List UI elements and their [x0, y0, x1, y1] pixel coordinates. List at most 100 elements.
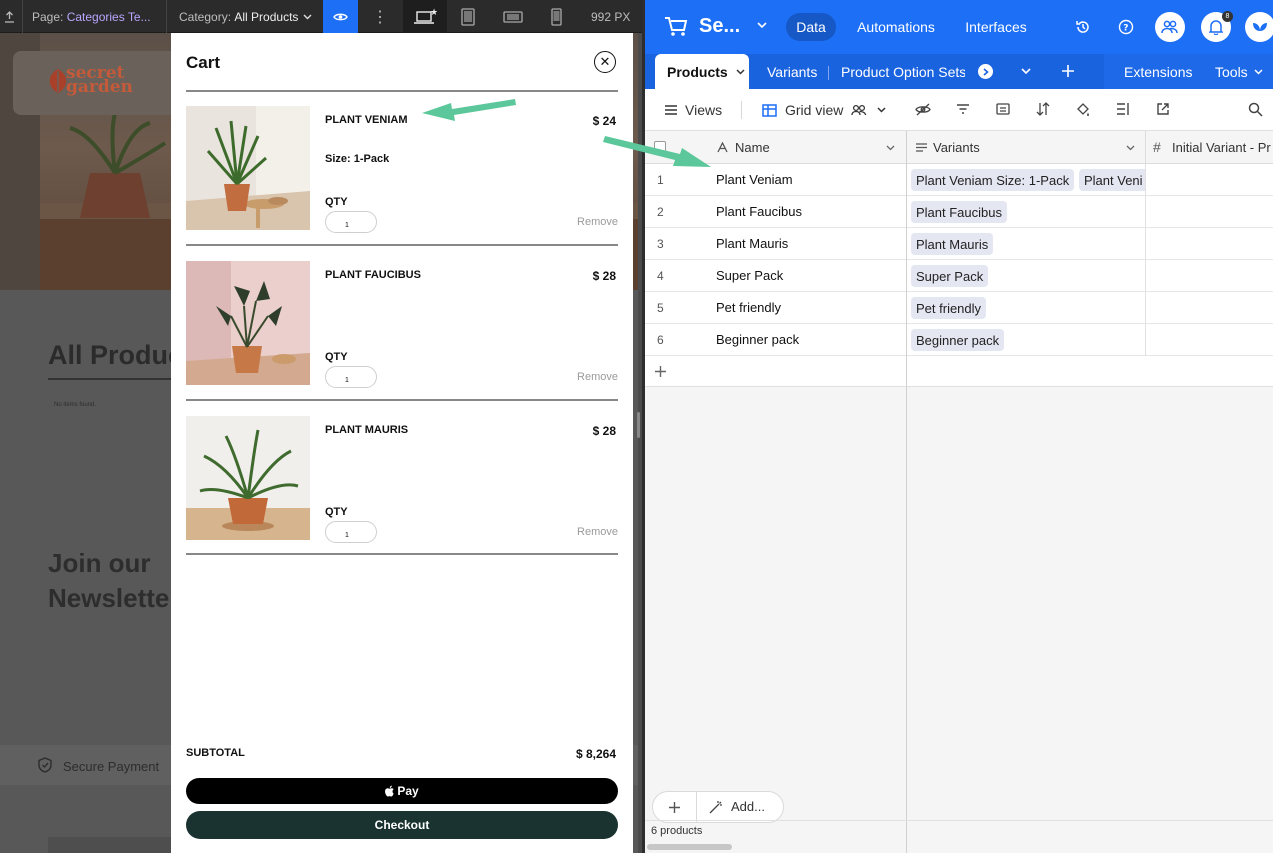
newsletter-line2: Newslette: [48, 583, 170, 613]
option-value: 1-Pack: [353, 153, 390, 165]
base-name[interactable]: Se...: [699, 15, 740, 38]
table-row[interactable]: 2 Plant Faucibus Plant Faucibus: [645, 196, 1273, 228]
variant-chip[interactable]: Plant Veni: [1079, 169, 1145, 191]
canvas-resize-handle[interactable]: [637, 412, 640, 438]
variant-chip[interactable]: Super Pack: [911, 265, 989, 287]
column-header-name: Name: [735, 140, 770, 155]
add-record-row[interactable]: [645, 356, 1273, 387]
name-cell[interactable]: Plant Mauris: [716, 236, 788, 251]
add-record-button[interactable]: [653, 792, 697, 822]
table-row[interactable]: 1 Plant Veniam Plant Veniam Size: 1-Pack…: [645, 164, 1273, 196]
svg-text:★: ★: [430, 8, 437, 18]
cart-item: PLANT FAUCIBUS $ 28 QTY Remove: [186, 261, 618, 388]
views-button[interactable]: Views: [664, 102, 722, 118]
hide-fields-icon: [915, 103, 931, 116]
header-initial-variant-cell[interactable]: # Initial Variant - Pr: [1146, 131, 1273, 164]
name-cell[interactable]: Pet friendly: [716, 300, 781, 315]
add-label: Add...: [731, 799, 765, 814]
upload-icon[interactable]: [4, 0, 18, 33]
remove-item-link[interactable]: Remove: [577, 526, 618, 538]
cart-item-name[interactable]: PLANT FAUCIBUS: [325, 269, 421, 281]
cart-item-price: $ 28: [592, 269, 616, 283]
header-name-cell[interactable]: Name: [645, 131, 906, 164]
laptop-star-icon: ★: [414, 8, 437, 24]
variant-chip[interactable]: Plant Mauris: [911, 233, 994, 255]
tools-button[interactable]: Tools: [1215, 54, 1263, 89]
category-selector[interactable]: Category: All Products: [179, 0, 312, 33]
extensions-button[interactable]: Extensions: [1124, 54, 1192, 89]
cart-item-name[interactable]: PLANT MAURIS: [325, 424, 408, 436]
tab-product-option-sets[interactable]: Product Option Sets: [841, 54, 966, 89]
remove-item-link[interactable]: Remove: [577, 371, 618, 383]
name-cell[interactable]: Plant Faucibus: [716, 204, 802, 219]
mobile-landscape-icon[interactable]: [503, 0, 523, 33]
page-selector[interactable]: Page: Categories Te...: [32, 0, 151, 33]
remove-item-link[interactable]: Remove: [577, 216, 618, 228]
newsletter-heading: Join our Newslette: [48, 546, 169, 616]
cart-item-price: $ 24: [592, 114, 616, 128]
quantity-input[interactable]: [325, 521, 377, 543]
tab-products[interactable]: Products: [655, 54, 749, 89]
variant-chip[interactable]: Beginner pack: [911, 329, 1005, 351]
table-row[interactable]: 3 Plant Mauris Plant Mauris: [645, 228, 1273, 260]
chevron-right-icon: [982, 67, 989, 76]
cart-divider: [186, 90, 618, 92]
variant-chip[interactable]: Plant Veniam Size: 1-Pack: [911, 169, 1075, 191]
preview-eye-button[interactable]: [323, 0, 358, 33]
linked-record-icon: [916, 143, 927, 152]
row-number: 5: [657, 301, 664, 315]
more-vertical-icon[interactable]: ⋮: [372, 0, 388, 33]
horizontal-scrollbar[interactable]: [647, 844, 732, 850]
heading-underline: [48, 378, 178, 380]
account-avatar[interactable]: [1245, 12, 1273, 42]
row-height-icon: [1117, 103, 1129, 115]
variant-chip[interactable]: Plant Faucibus: [911, 201, 1007, 223]
desktop-breakpoint-button[interactable]: ★: [403, 0, 447, 33]
table-row[interactable]: 4 Super Pack Super Pack: [645, 260, 1273, 292]
name-cell[interactable]: Beginner pack: [716, 332, 799, 347]
brand-logo[interactable]: secret garden: [66, 65, 133, 96]
collaborators-button[interactable]: [1155, 12, 1185, 42]
scroll-tabs-right-button[interactable]: [978, 64, 993, 79]
quantity-input[interactable]: [325, 366, 377, 388]
header-variants-cell[interactable]: Variants: [907, 131, 1145, 164]
name-cell[interactable]: Super Pack: [716, 268, 783, 283]
grid-view-button[interactable]: Grid view: [762, 102, 886, 118]
quantity-input[interactable]: [325, 211, 377, 233]
variant-chip[interactable]: Pet friendly: [911, 297, 987, 319]
row-number: 3: [657, 237, 664, 251]
mobile-portrait-icon[interactable]: [550, 0, 563, 33]
table-row[interactable]: 6 Beginner pack Beginner pack: [645, 324, 1273, 356]
nav-interfaces[interactable]: Interfaces: [957, 13, 1035, 41]
cart-item-name[interactable]: PLANT VENIAM: [325, 114, 408, 126]
grid-icon: [762, 103, 777, 117]
product-image-mauris[interactable]: [186, 416, 310, 540]
chevron-down-icon: [886, 145, 895, 151]
nav-data[interactable]: Data: [786, 13, 836, 41]
help-icon: ?: [1118, 19, 1134, 35]
table-row[interactable]: 5 Pet friendly Pet friendly: [645, 292, 1273, 324]
add-table-icon: [1062, 65, 1074, 77]
apple-pay-button[interactable]: Pay: [186, 778, 618, 804]
product-image-veniam[interactable]: [186, 106, 310, 230]
cart-item: PLANT MAURIS $ 28 QTY Remove: [186, 416, 618, 543]
nav-automations[interactable]: Automations: [851, 13, 941, 41]
tab-variants[interactable]: Variants: [767, 54, 817, 89]
add-options-button[interactable]: Add...: [709, 799, 765, 814]
airtable-app: Se... Data Automations Interfaces ? 8 Pr…: [645, 0, 1273, 853]
checkout-button[interactable]: Checkout: [186, 811, 618, 839]
webflow-designer: Page: Categories Te... Category: All Pro…: [0, 0, 642, 853]
color-icon: [1077, 103, 1089, 116]
number-field-icon: #: [1153, 139, 1161, 155]
collaborative-view-icon: [851, 104, 867, 116]
empty-state-text: No items found.: [54, 402, 97, 408]
tablet-breakpoint-icon[interactable]: [460, 0, 476, 33]
row-number: 1: [657, 173, 664, 187]
product-image-faucibus[interactable]: [186, 261, 310, 385]
page-label: Page:: [32, 9, 64, 24]
category-label: Category:: [179, 9, 232, 24]
qty-label: QTY: [325, 196, 348, 208]
select-all-checkbox[interactable]: [654, 141, 666, 153]
close-cart-button[interactable]: ✕: [594, 51, 616, 73]
name-cell[interactable]: Plant Veniam: [716, 172, 793, 187]
